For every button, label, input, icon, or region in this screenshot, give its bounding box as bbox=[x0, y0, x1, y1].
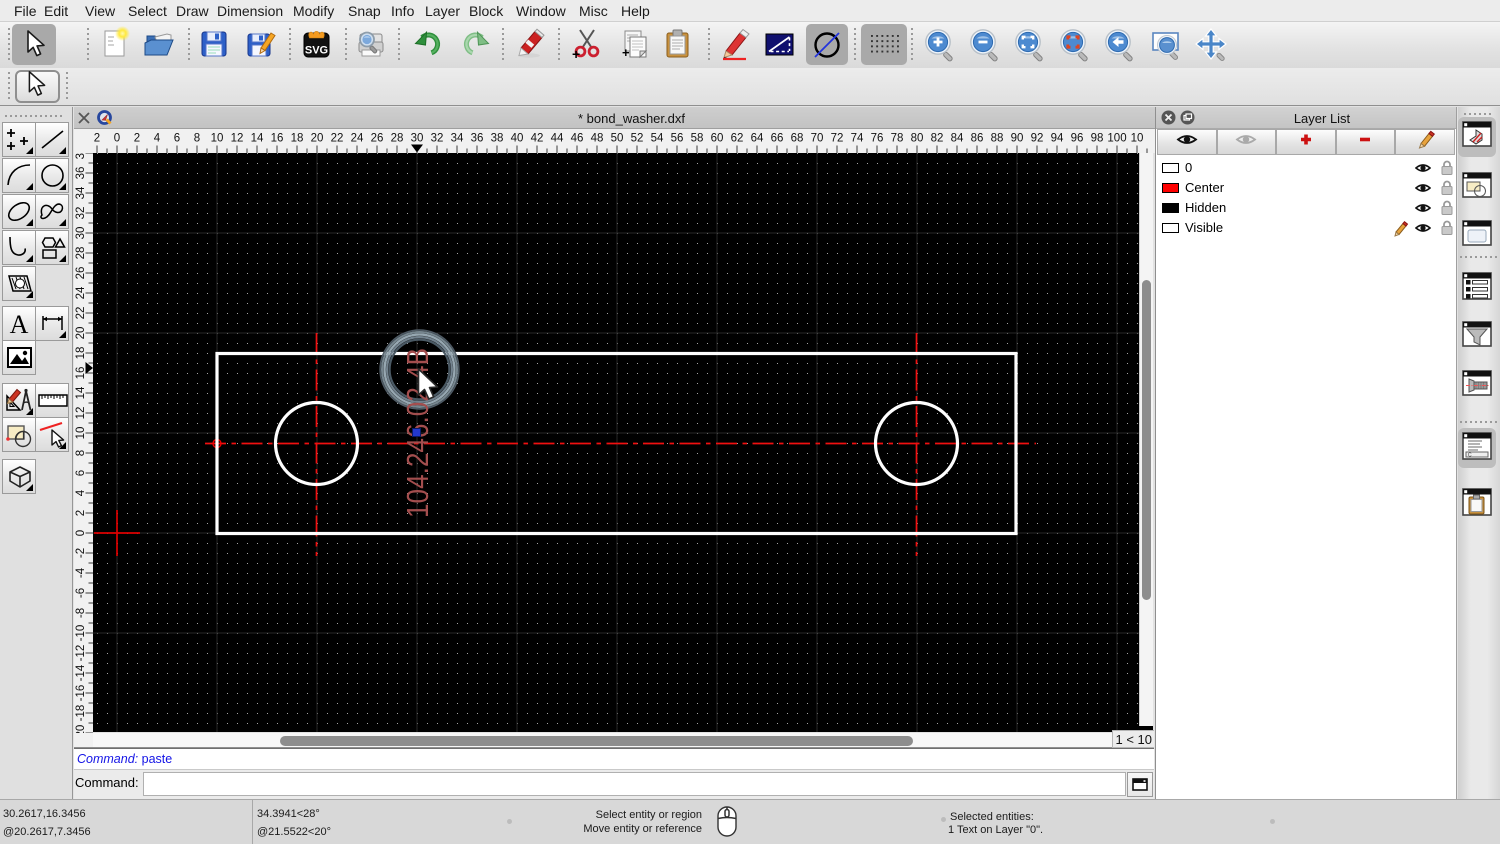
svg-text:82: 82 bbox=[931, 133, 944, 145]
svg-text:6: 6 bbox=[75, 470, 87, 476]
svg-text:16: 16 bbox=[271, 133, 284, 145]
svg-text:16: 16 bbox=[75, 367, 87, 380]
svg-text:-12: -12 bbox=[75, 645, 87, 662]
svg-text:38: 38 bbox=[75, 153, 87, 159]
svg-text:54: 54 bbox=[651, 133, 664, 145]
svg-text:0: 0 bbox=[75, 530, 87, 536]
svg-text:52: 52 bbox=[631, 133, 644, 145]
svg-text:20: 20 bbox=[75, 327, 87, 340]
svg-text:76: 76 bbox=[871, 133, 884, 145]
svg-text:-16: -16 bbox=[75, 685, 87, 702]
svg-text:A: A bbox=[10, 310, 29, 339]
svg-text:8: 8 bbox=[194, 133, 200, 145]
svg-text:0: 0 bbox=[114, 133, 120, 145]
svg-text:10: 10 bbox=[75, 427, 87, 440]
svg-text:22: 22 bbox=[75, 307, 87, 320]
svg-text:92: 92 bbox=[1031, 133, 1044, 145]
svg-text:10: 10 bbox=[211, 133, 224, 145]
svg-text:70: 70 bbox=[811, 133, 824, 145]
svg-text:2: 2 bbox=[75, 510, 87, 516]
svg-text:-2: -2 bbox=[75, 548, 87, 558]
svg-text:90: 90 bbox=[1011, 133, 1024, 145]
svg-text:56: 56 bbox=[671, 133, 684, 145]
svg-text:4: 4 bbox=[75, 489, 87, 496]
svg-text:8: 8 bbox=[75, 450, 87, 456]
svg-text:2: 2 bbox=[94, 133, 100, 145]
svg-text:32: 32 bbox=[75, 207, 87, 220]
svg-text:-10: -10 bbox=[75, 625, 87, 642]
svg-text:18: 18 bbox=[291, 133, 304, 145]
svg-text:40: 40 bbox=[511, 133, 524, 145]
svg-text:6: 6 bbox=[174, 133, 180, 145]
svg-text:+: + bbox=[572, 46, 580, 62]
svg-text:14: 14 bbox=[251, 133, 264, 145]
svg-text:SVG: SVG bbox=[305, 45, 328, 57]
svg-text:94: 94 bbox=[1051, 133, 1064, 145]
svg-text:2: 2 bbox=[134, 133, 140, 145]
svg-text:22: 22 bbox=[331, 133, 344, 145]
svg-text:36: 36 bbox=[75, 167, 87, 180]
svg-text:36: 36 bbox=[471, 133, 484, 145]
svg-text:72: 72 bbox=[831, 133, 844, 145]
svg-text:-6: -6 bbox=[75, 588, 87, 598]
svg-text:-8: -8 bbox=[75, 608, 87, 618]
svg-text:68: 68 bbox=[791, 133, 804, 145]
svg-text:4: 4 bbox=[154, 133, 161, 145]
svg-text:24: 24 bbox=[351, 133, 364, 145]
svg-text:100: 100 bbox=[1107, 133, 1126, 145]
svg-text:-20: -20 bbox=[75, 725, 87, 733]
svg-text:60: 60 bbox=[711, 133, 724, 145]
svg-text:12: 12 bbox=[75, 407, 87, 420]
svg-text:86: 86 bbox=[971, 133, 984, 145]
svg-text:30: 30 bbox=[75, 227, 87, 240]
svg-text:C: C bbox=[1468, 453, 1472, 459]
svg-text:62: 62 bbox=[731, 133, 744, 145]
svg-text:12: 12 bbox=[231, 133, 244, 145]
svg-text:78: 78 bbox=[891, 133, 904, 145]
svg-text:64: 64 bbox=[751, 133, 764, 145]
svg-text:34: 34 bbox=[75, 186, 87, 199]
svg-text:80: 80 bbox=[911, 133, 924, 145]
svg-text:20: 20 bbox=[311, 133, 324, 145]
svg-text:+: + bbox=[622, 45, 630, 60]
svg-text:66: 66 bbox=[771, 133, 784, 145]
svg-text:10: 10 bbox=[1131, 133, 1144, 145]
svg-text:96: 96 bbox=[1071, 133, 1084, 145]
svg-text:34: 34 bbox=[451, 133, 464, 145]
svg-text:24: 24 bbox=[75, 286, 87, 299]
svg-text:58: 58 bbox=[691, 133, 704, 145]
svg-text:18: 18 bbox=[75, 347, 87, 360]
svg-text:26: 26 bbox=[371, 133, 384, 145]
svg-text:38: 38 bbox=[491, 133, 504, 145]
svg-text:26: 26 bbox=[75, 267, 87, 280]
svg-text:50: 50 bbox=[611, 133, 624, 145]
svg-text:28: 28 bbox=[75, 247, 87, 260]
svg-text:88: 88 bbox=[991, 133, 1004, 145]
svg-text:44: 44 bbox=[551, 133, 564, 145]
svg-text:-4: -4 bbox=[75, 567, 87, 578]
svg-text:42: 42 bbox=[531, 133, 544, 145]
svg-text:48: 48 bbox=[591, 133, 604, 145]
svg-text:30: 30 bbox=[411, 133, 424, 145]
svg-text:74: 74 bbox=[851, 133, 864, 145]
svg-text:28: 28 bbox=[391, 133, 404, 145]
svg-text:-18: -18 bbox=[75, 705, 87, 722]
svg-text:14: 14 bbox=[75, 386, 87, 399]
svg-text:-14: -14 bbox=[75, 664, 87, 681]
svg-text:46: 46 bbox=[571, 133, 584, 145]
svg-text:98: 98 bbox=[1091, 133, 1104, 145]
svg-text:84: 84 bbox=[951, 133, 964, 145]
svg-text:32: 32 bbox=[431, 133, 444, 145]
